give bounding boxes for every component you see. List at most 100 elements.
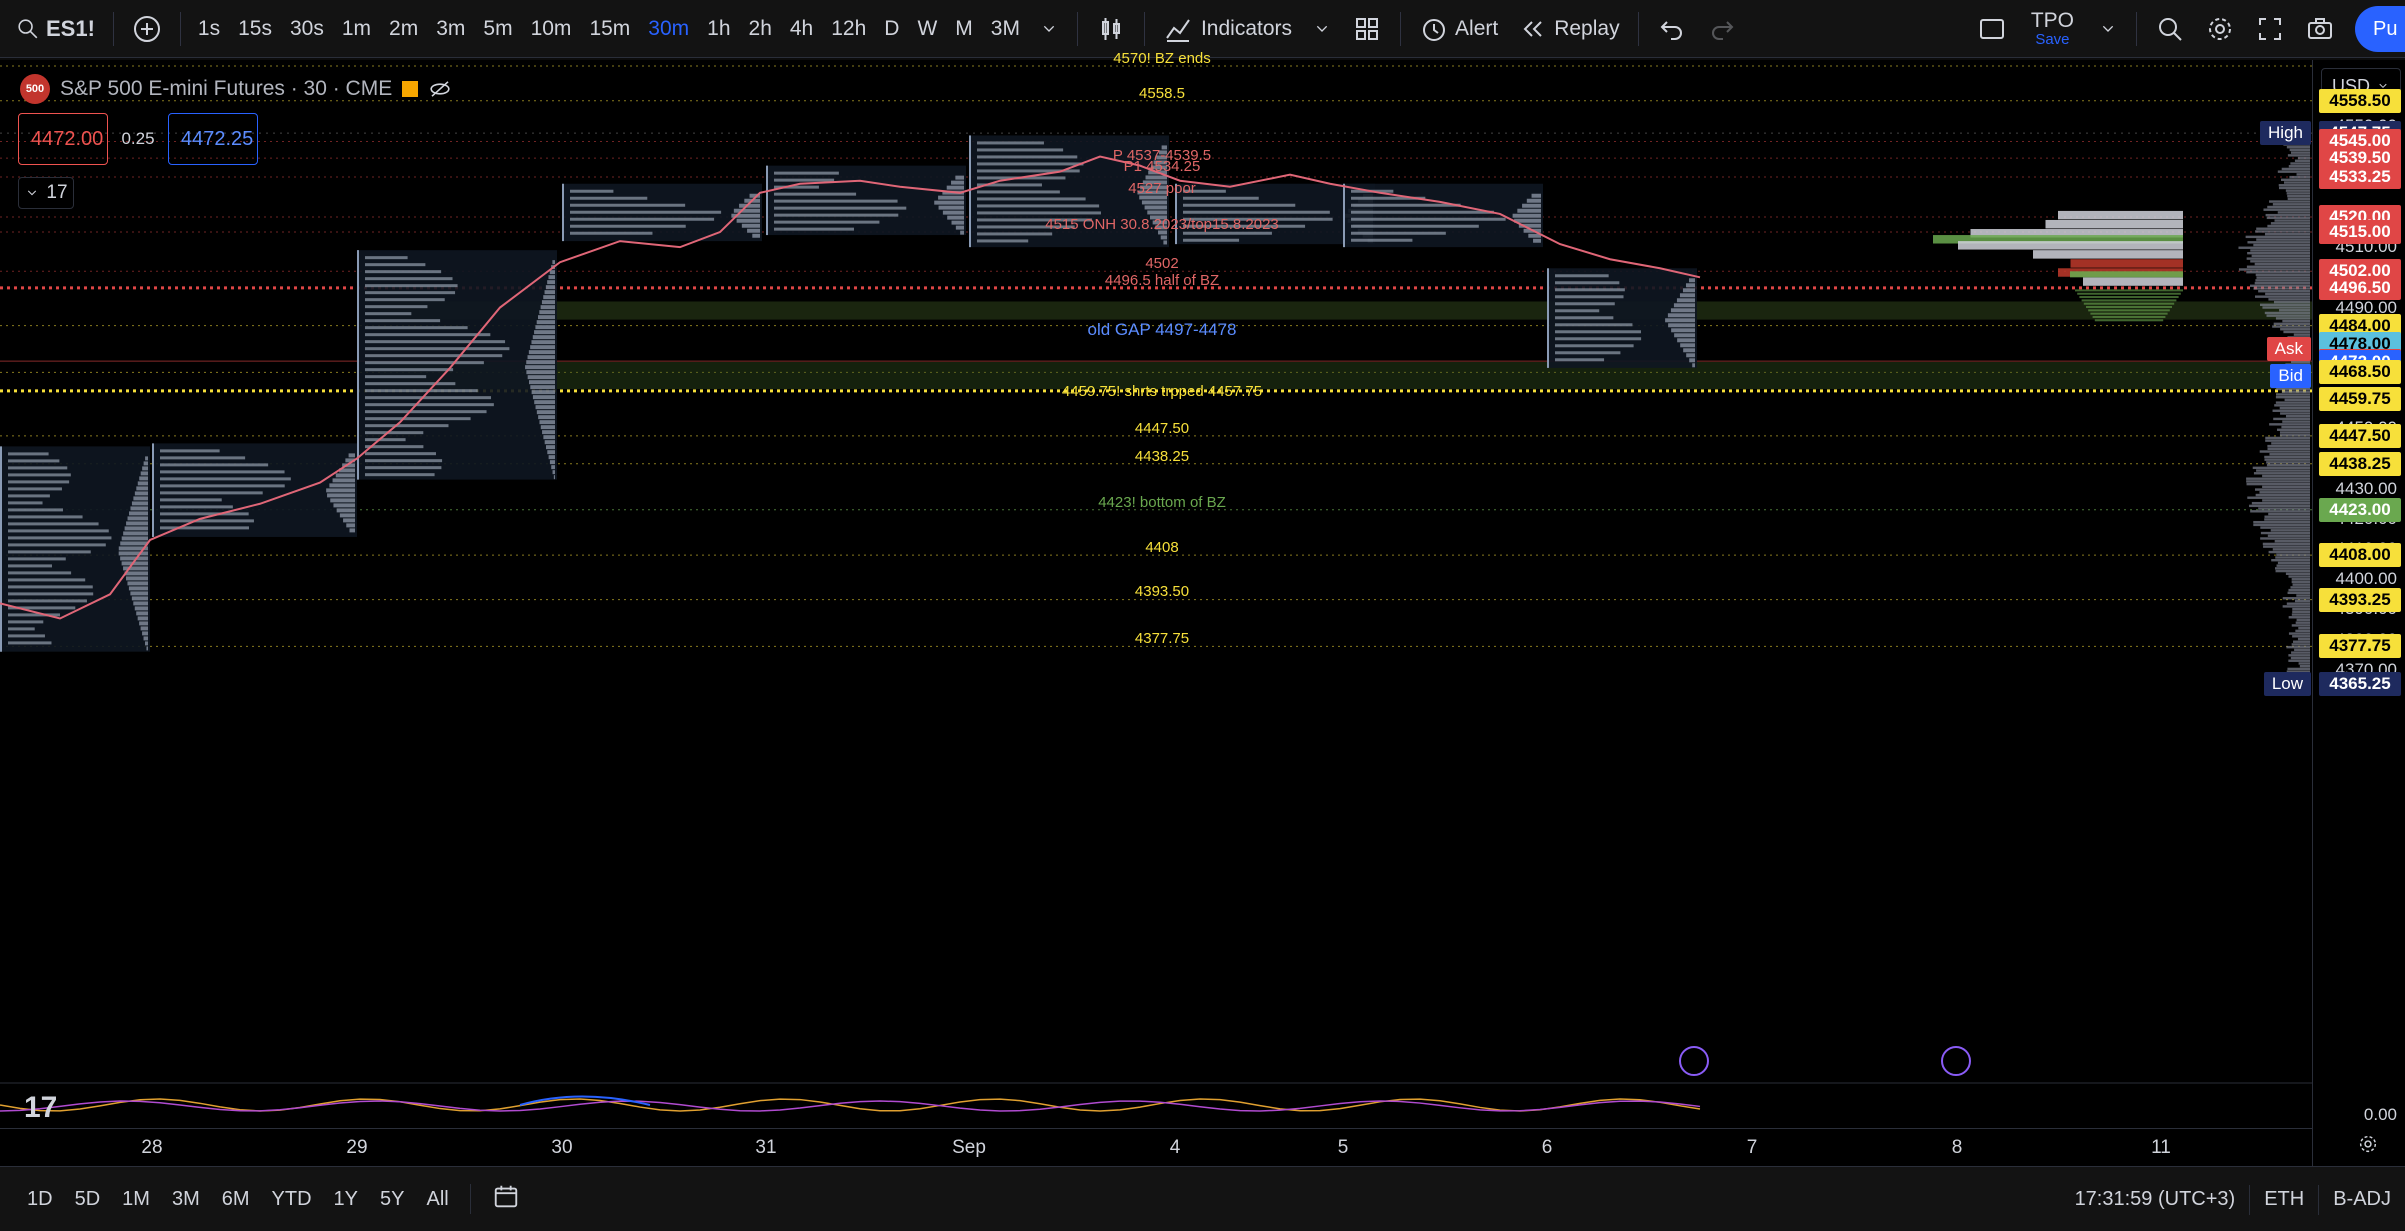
indicators-button[interactable]: Indicators	[1153, 0, 1302, 58]
series-legend[interactable]: 500 S&P 500 E-mini Futures · 30 · CME	[20, 74, 452, 104]
chart-type-button[interactable]	[1086, 0, 1136, 58]
range-ytd[interactable]: YTD	[261, 1188, 323, 1211]
sell-button[interactable]: 4472.00	[18, 113, 108, 165]
publish-button[interactable]: Pu	[2355, 6, 2405, 52]
interval-M[interactable]: M	[946, 0, 982, 58]
level-annotation[interactable]: P1 4534.25	[1124, 158, 1201, 175]
level-annotation[interactable]: 4502	[1145, 255, 1178, 272]
tpo-letter-row	[160, 519, 254, 522]
volume-profile-bar	[538, 315, 555, 319]
chevron-down-icon	[2098, 19, 2118, 39]
settings-button[interactable]	[2195, 0, 2245, 58]
chart-pane[interactable]: 17 500 S&P 500 E-mini Futures · 30 · CME…	[0, 60, 2405, 1166]
indicators-label: Indicators	[1201, 17, 1292, 41]
level-annotation[interactable]: 4423! bottom of BZ	[1098, 494, 1226, 511]
price-scale[interactable]: USD 4550.004510.004490.004470.004460.004…	[2312, 60, 2405, 1166]
interval-2m[interactable]: 2m	[380, 0, 427, 58]
level-annotation[interactable]: 4459.75! shrts trpped 4457.75	[1062, 383, 1262, 400]
eye-hidden-icon[interactable]	[428, 77, 452, 101]
composite-profile-bar	[2279, 309, 2310, 311]
interval-15s[interactable]: 15s	[229, 0, 281, 58]
tpo-letter-row	[774, 221, 879, 224]
volume-profile-bar	[550, 460, 555, 464]
interval-3m[interactable]: 3m	[427, 0, 474, 58]
interval-12h[interactable]: 12h	[822, 0, 875, 58]
range-6m[interactable]: 6M	[211, 1188, 261, 1211]
range-1d[interactable]: 1D	[16, 1188, 64, 1211]
tpo-letter-row	[570, 218, 714, 221]
session-profile-bar	[2082, 299, 2177, 301]
volume-profile-bar	[126, 521, 148, 525]
adjustment-toggle[interactable]: B-ADJ	[2319, 1188, 2405, 1211]
level-annotation[interactable]: 4496.5 half of BZ	[1105, 272, 1219, 289]
interval-W[interactable]: W	[908, 0, 946, 58]
session-toggle[interactable]: ETH	[2250, 1188, 2318, 1211]
interval-2h[interactable]: 2h	[740, 0, 781, 58]
interval-5m[interactable]: 5m	[474, 0, 521, 58]
interval-dropdown[interactable]	[1029, 0, 1069, 58]
snapshot-button[interactable]	[2295, 0, 2345, 58]
interval-30m[interactable]: 30m	[639, 0, 698, 58]
range-5d[interactable]: 5D	[64, 1188, 112, 1211]
level-annotation[interactable]: old GAP 4497-4478	[1087, 320, 1236, 340]
interval-15m[interactable]: 15m	[580, 0, 639, 58]
volume-profile-bar	[144, 636, 148, 640]
volume-profile-bar	[135, 606, 148, 610]
interval-1m[interactable]: 1m	[333, 0, 380, 58]
tpo-letter-row	[977, 148, 1063, 151]
goto-date-button[interactable]	[481, 1182, 531, 1216]
redo-button[interactable]	[1697, 0, 1747, 58]
interval-10m[interactable]: 10m	[522, 0, 581, 58]
range-all[interactable]: All	[415, 1188, 459, 1211]
quick-search-button[interactable]	[2145, 0, 2195, 58]
composite-profile-bar	[2275, 567, 2310, 569]
range-5y[interactable]: 5Y	[369, 1188, 415, 1211]
volume-profile-bar	[547, 450, 555, 454]
level-annotation[interactable]: 4558.5	[1139, 85, 1185, 102]
range-1y[interactable]: 1Y	[323, 1188, 369, 1211]
replay-button[interactable]: Replay	[1508, 0, 1629, 58]
indicators-collapse-button[interactable]: 17	[18, 177, 74, 209]
layout-dropdown[interactable]	[2088, 0, 2128, 58]
templates-button[interactable]	[1342, 0, 1392, 58]
interval-4h[interactable]: 4h	[781, 0, 822, 58]
symbol-search[interactable]: ES1!	[0, 0, 105, 58]
compare-symbol-button[interactable]	[122, 0, 172, 58]
level-annotation[interactable]: 4527 poor	[1128, 180, 1196, 197]
alert-button[interactable]: Alert	[1409, 0, 1508, 58]
flag-icon[interactable]	[402, 81, 418, 97]
plot-area[interactable]: 17 500 S&P 500 E-mini Futures · 30 · CME…	[0, 60, 2312, 1166]
composite-profile-bar	[2297, 173, 2310, 175]
level-annotation[interactable]: 4570! BZ ends	[1113, 50, 1211, 67]
level-annotation[interactable]: 4393.50	[1135, 583, 1189, 600]
interval-3M[interactable]: 3M	[982, 0, 1029, 58]
interval-1h[interactable]: 1h	[698, 0, 739, 58]
fullscreen-button[interactable]	[2245, 0, 2295, 58]
tpo-letter-row	[1555, 330, 1641, 333]
volume-profile-bar	[120, 556, 148, 560]
level-annotation[interactable]: 4377.75	[1135, 630, 1189, 647]
volume-profile-bar	[142, 466, 148, 470]
interval-30s[interactable]: 30s	[281, 0, 333, 58]
level-annotation[interactable]: 4447.50	[1135, 420, 1189, 437]
range-1m[interactable]: 1M	[111, 1188, 161, 1211]
layout-name[interactable]: TPO Save	[2017, 10, 2088, 48]
volume-profile-bar	[1683, 288, 1695, 292]
tpo-letter-row	[8, 543, 106, 546]
range-3m[interactable]: 3M	[161, 1188, 211, 1211]
level-annotation[interactable]: 4515 ONH 30.8.2023/top15.8.2023	[1045, 216, 1279, 233]
interval-D[interactable]: D	[875, 0, 908, 58]
composite-profile-bar	[2269, 453, 2310, 455]
fullscreen-layout-button[interactable]	[1967, 0, 2017, 58]
undo-button[interactable]	[1647, 0, 1697, 58]
level-annotation[interactable]: 4438.25	[1135, 448, 1189, 465]
buy-button[interactable]: 4472.25	[168, 113, 258, 165]
time-axis[interactable]: 28 29 30 31 Sep 4 5 6 7 8 11	[0, 1128, 2312, 1166]
composite-profile-bar	[2288, 592, 2310, 594]
level-annotation[interactable]: 4408	[1145, 539, 1178, 556]
indicators-dropdown[interactable]	[1302, 0, 1342, 58]
clock[interactable]: 17:31:59 (UTC+3)	[2061, 1188, 2250, 1211]
tpo-letter-row	[1183, 239, 1239, 242]
scale-settings-button[interactable]	[2357, 1133, 2379, 1160]
interval-1s[interactable]: 1s	[189, 0, 229, 58]
